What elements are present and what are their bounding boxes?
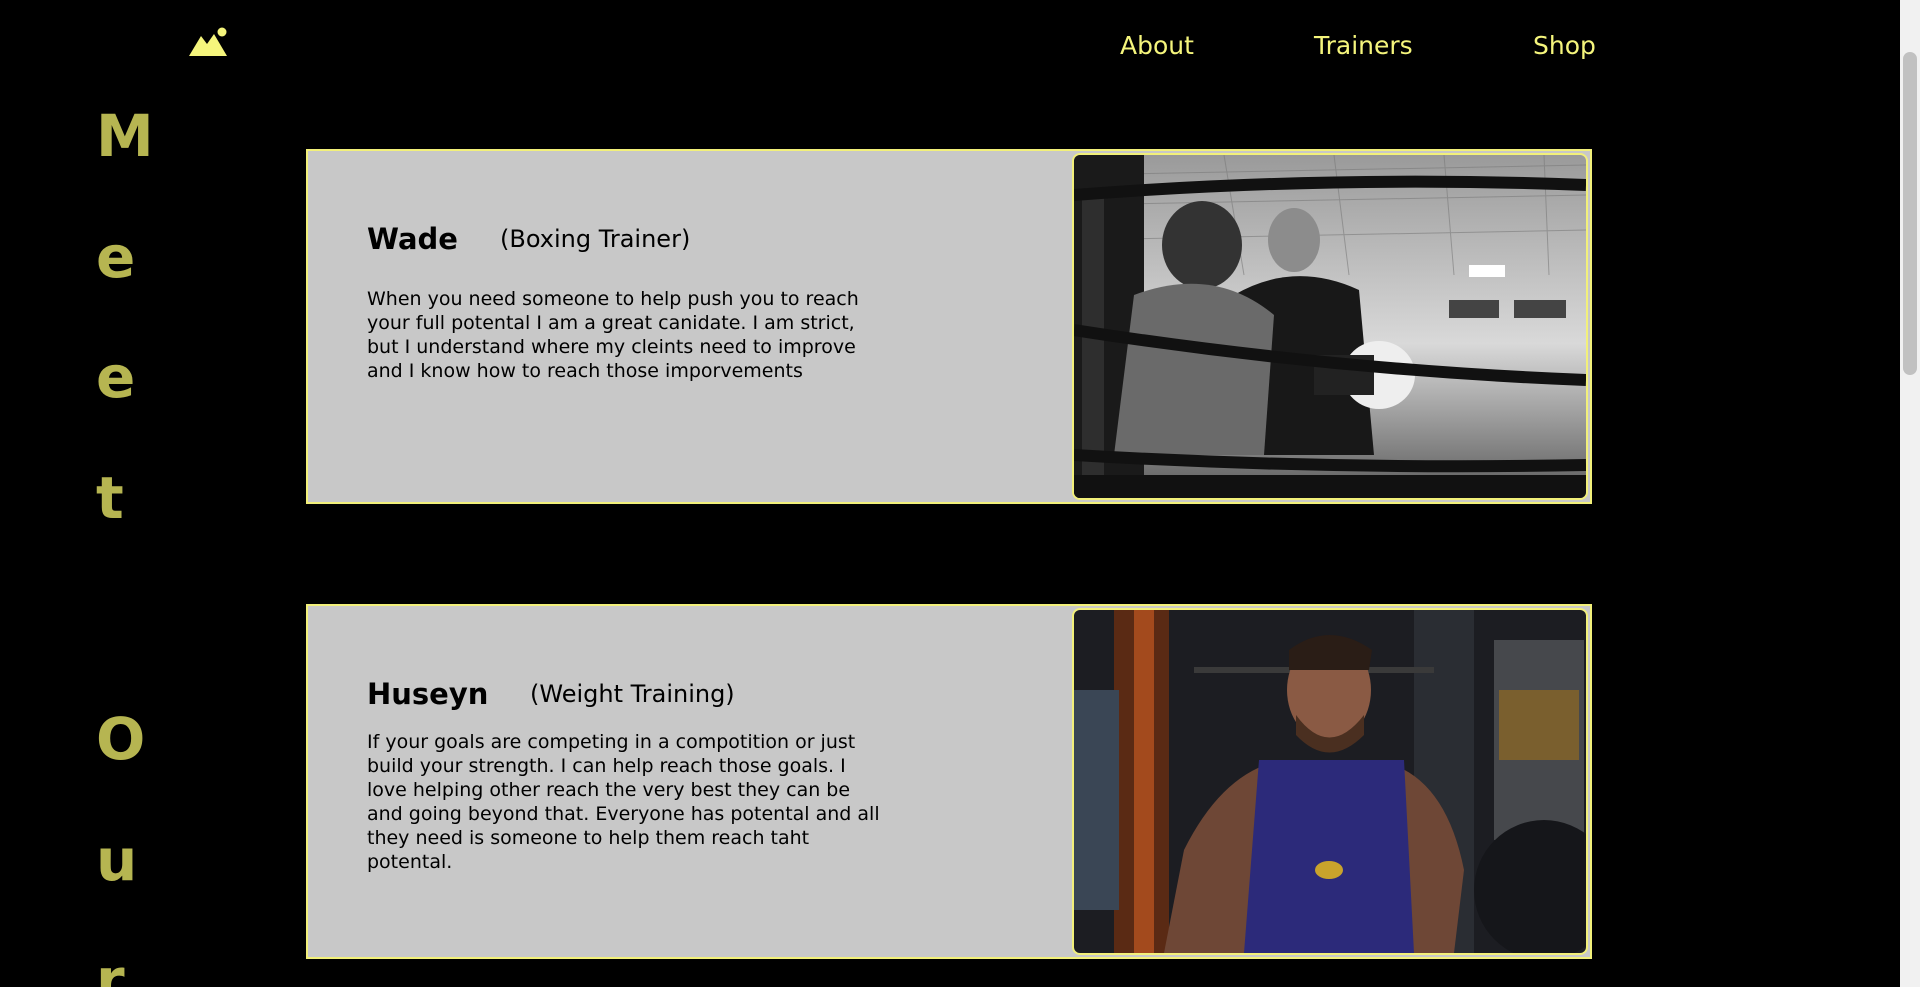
scrollbar-thumb[interactable] (1903, 52, 1917, 375)
page: About Trainers Shop M e e t O u r Wade (… (0, 0, 1920, 987)
side-title-letter: r (96, 946, 125, 987)
trainer-name: Wade (367, 222, 458, 256)
side-title-letter: M (96, 102, 154, 170)
gym-trainer-photo (1072, 608, 1588, 955)
side-title-letter: e (96, 343, 136, 411)
trainer-card-wade: Wade (Boxing Trainer) When you need some… (306, 149, 1592, 504)
side-title-letter: O (96, 705, 146, 773)
trainer-card-huseyn: Huseyn (Weight Training) If your goals a… (306, 604, 1592, 959)
side-title-letter: e (96, 223, 136, 291)
main-nav: About Trainers Shop (0, 28, 1920, 64)
trainer-name: Huseyn (367, 677, 489, 711)
nav-link-trainers[interactable]: Trainers (1314, 28, 1413, 64)
trainer-bio: When you need someone to help push you t… (367, 288, 859, 382)
nav-link-about[interactable]: About (1120, 28, 1194, 64)
boxing-ring-photo (1072, 153, 1588, 500)
page-scrollbar[interactable] (1900, 0, 1920, 987)
side-title-letter: u (96, 826, 138, 894)
trainer-role: (Weight Training) (530, 680, 735, 708)
side-title-letter: t (96, 464, 124, 532)
trainer-role: (Boxing Trainer) (500, 225, 691, 253)
trainer-bio: If your goals are competing in a compoti… (367, 731, 880, 873)
nav-link-shop[interactable]: Shop (1533, 28, 1596, 64)
